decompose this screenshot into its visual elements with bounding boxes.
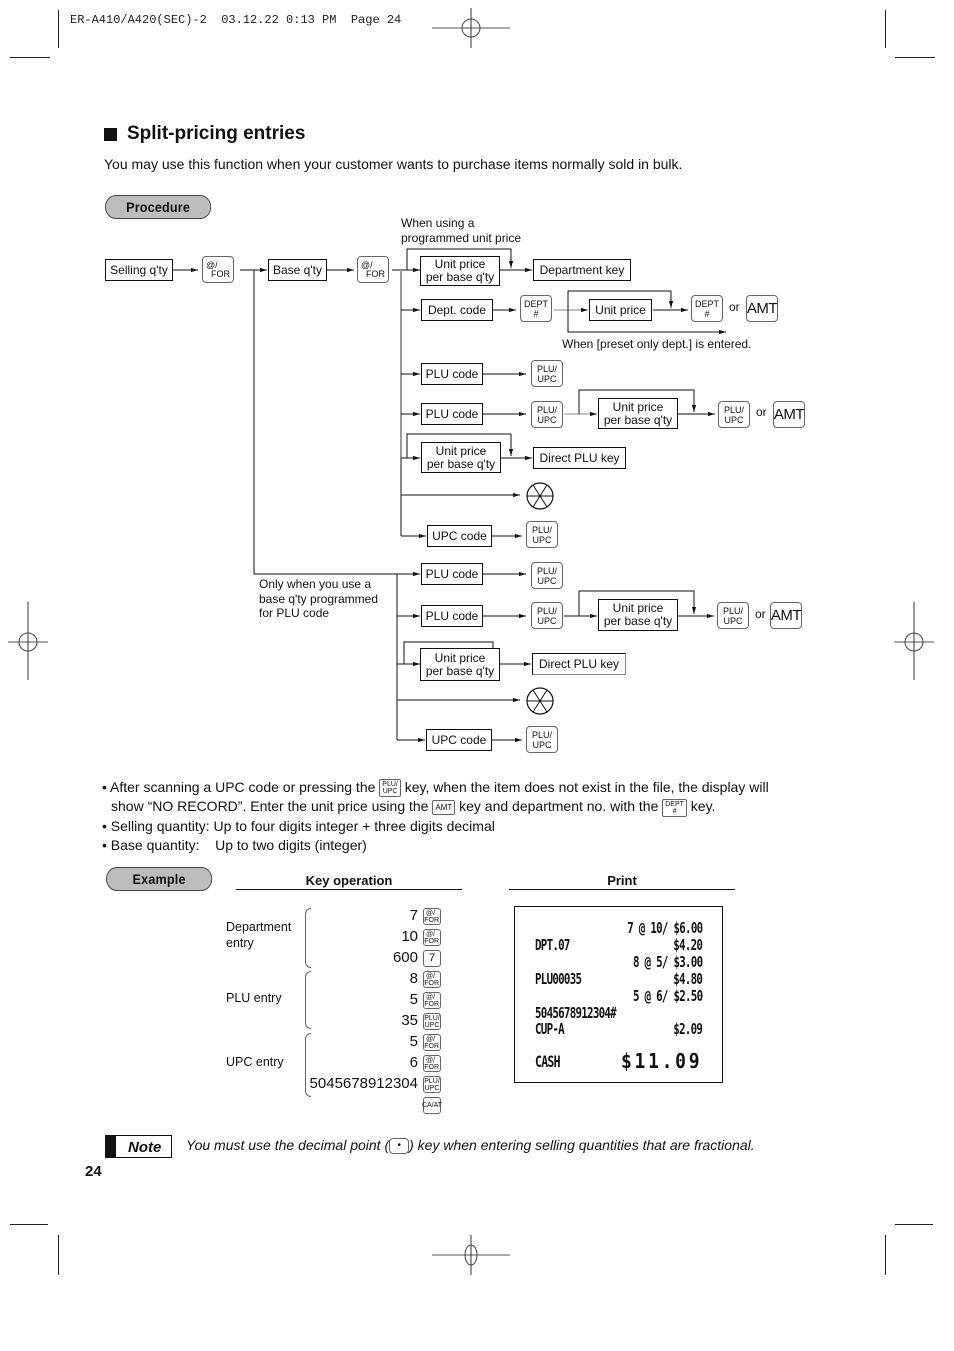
- amt-key-icon: AMT: [432, 800, 456, 816]
- crop-mark: [10, 1224, 48, 1225]
- plu-upc-key-icon: PLU/UPC: [379, 779, 401, 798]
- at-for-key-icon: @/FOR: [423, 929, 441, 946]
- or-label: or: [755, 607, 766, 621]
- unit-price-per-base-box: Unit price per base q'ty: [421, 442, 501, 473]
- dept-key-icon: DEPT #: [662, 798, 687, 817]
- crop-mark: [58, 1235, 59, 1275]
- receipt-line-right: 5 @ 6/ $2.50: [632, 987, 703, 1005]
- dept-key: DEPT #: [691, 295, 723, 322]
- at-for-key-icon: @/FOR: [423, 971, 441, 988]
- receipt-line-right: $4.80: [673, 970, 703, 988]
- plu-upc-key: PLU/UPC: [531, 401, 563, 428]
- at-for-key-icon: @/FOR: [423, 1055, 441, 1072]
- unit-price-per-base-box: Unit price per base q'ty: [420, 256, 500, 286]
- dept-key: DEPT #: [520, 295, 552, 322]
- or-label: or: [729, 300, 740, 314]
- receipt-line-left: PLU00035: [535, 970, 582, 988]
- unit-price-box: Unit price: [589, 299, 652, 321]
- multiply-key-icon: [526, 687, 554, 715]
- receipt-line-right: $4.20: [673, 936, 703, 954]
- bullet-item: • Base quantity: Up to two digits (integ…: [102, 836, 367, 853]
- at-for-key-icon: @/FOR: [423, 992, 441, 1009]
- page-number: 24: [85, 1163, 102, 1180]
- at-for-key-icon: @/FOR: [423, 1034, 441, 1051]
- direct-plu-key-box: Direct PLU key: [532, 653, 626, 675]
- dept-code-box: Dept. code: [421, 299, 493, 321]
- unit-price-per-base-box: Unit price per base q'ty: [420, 648, 500, 681]
- direct-plu-key-box: Direct PLU key: [533, 447, 626, 469]
- receipt-line-left: CUP-A: [535, 1020, 565, 1038]
- plu-upc-key: PLU/UPC: [526, 726, 558, 753]
- receipt-line-left: DPT.07: [535, 936, 570, 954]
- plu-upc-key: PLU/UPC: [718, 401, 750, 428]
- base-qty-plu-note: Only when you use a base q'ty programmed…: [259, 577, 379, 620]
- key-entry-number: 600: [392, 949, 418, 966]
- unit-price-per-base-box: Unit price per base q'ty: [598, 398, 678, 429]
- programmed-unit-price-note: When using a programmed unit price: [401, 216, 522, 245]
- note-badge: Note: [105, 1135, 172, 1158]
- key-operation-header: Key operation: [236, 873, 462, 890]
- key-entry-number: 6: [409, 1054, 418, 1071]
- plu-upc-key: PLU/UPC: [717, 602, 749, 629]
- at-for-key: @/FOR: [357, 256, 389, 283]
- bullet-item-continued: show “NO RECORD”. Enter the unit price u…: [111, 798, 716, 817]
- preset-only-dept-note: When [preset only dept.] is entered.: [562, 337, 752, 351]
- plu-upc-key: PLU/UPC: [526, 521, 558, 548]
- plu-code-box: PLU code: [421, 563, 483, 585]
- crop-mark: [885, 1235, 886, 1275]
- registration-mark-icon: [432, 1235, 510, 1275]
- plu-upc-key: PLU/UPC: [531, 360, 563, 387]
- key-entry-number: 35: [401, 1012, 418, 1029]
- upc-code-box: UPC code: [427, 525, 492, 547]
- department-key-box: Department key: [533, 259, 631, 281]
- at-for-key-icon: @/FOR: [423, 908, 441, 925]
- at-for-key: @/FOR: [202, 256, 234, 283]
- amt-key: AMT: [746, 295, 778, 322]
- print-header: Print: [509, 873, 735, 890]
- multiply-key-icon: [526, 482, 554, 510]
- key-entry-number: 5: [409, 991, 418, 1008]
- base-qty-box: Base q'ty: [268, 259, 327, 281]
- plu-upc-key: PLU/UPC: [531, 602, 563, 629]
- notes-list: • After scanning a UPC code or pressing …: [102, 778, 822, 855]
- decimal-point-key-icon: •: [389, 1138, 410, 1155]
- upc-code-box: UPC code: [426, 729, 492, 751]
- bullet-item: • Selling quantity: Up to four digits in…: [102, 817, 495, 834]
- key-entry-number: 5045678912304: [309, 1075, 418, 1092]
- receipt-line-right: 7 @ 10/ $6.00: [626, 919, 703, 937]
- plu-upc-key-icon: PLU/UPC: [423, 1013, 441, 1030]
- ca-at-key-icon: CA/AT: [422, 1097, 442, 1114]
- numeric-key-icon: 7: [423, 950, 441, 967]
- crop-mark: [895, 1224, 933, 1225]
- key-entry-number: 8: [409, 970, 418, 987]
- receipt-line-right: $11.09: [620, 1049, 702, 1073]
- amt-key: AMT: [773, 401, 805, 428]
- key-entry-number: 7: [409, 907, 418, 924]
- plu-upc-key-icon: PLU/UPC: [423, 1076, 441, 1093]
- amt-key: AMT: [770, 602, 802, 629]
- key-entry-number: 10: [401, 928, 418, 945]
- receipt-line-left: CASH: [535, 1052, 561, 1071]
- note-text: You must use the decimal point (•) key w…: [186, 1137, 755, 1155]
- selling-qty-box: Selling q'ty: [105, 259, 173, 281]
- receipt-line-right: 8 @ 5/ $3.00: [632, 953, 703, 971]
- plu-code-box: PLU code: [421, 363, 483, 385]
- key-entry-number: 5: [409, 1033, 418, 1050]
- or-label: or: [756, 405, 767, 419]
- example-badge: Example: [106, 867, 213, 891]
- bullet-item: • After scanning a UPC code or pressing …: [102, 779, 769, 798]
- unit-price-per-base-box: Unit price per base q'ty: [598, 599, 678, 631]
- plu-upc-key: PLU/UPC: [531, 562, 563, 589]
- plu-code-box: PLU code: [421, 403, 483, 425]
- plu-code-box: PLU code: [421, 605, 483, 627]
- receipt-line-right: $2.09: [673, 1020, 703, 1038]
- receipt-print: 7 @ 10/ $6.00 DPT.07 $4.20 8 @ 5/ $3.00 PLU0…: [514, 906, 723, 1083]
